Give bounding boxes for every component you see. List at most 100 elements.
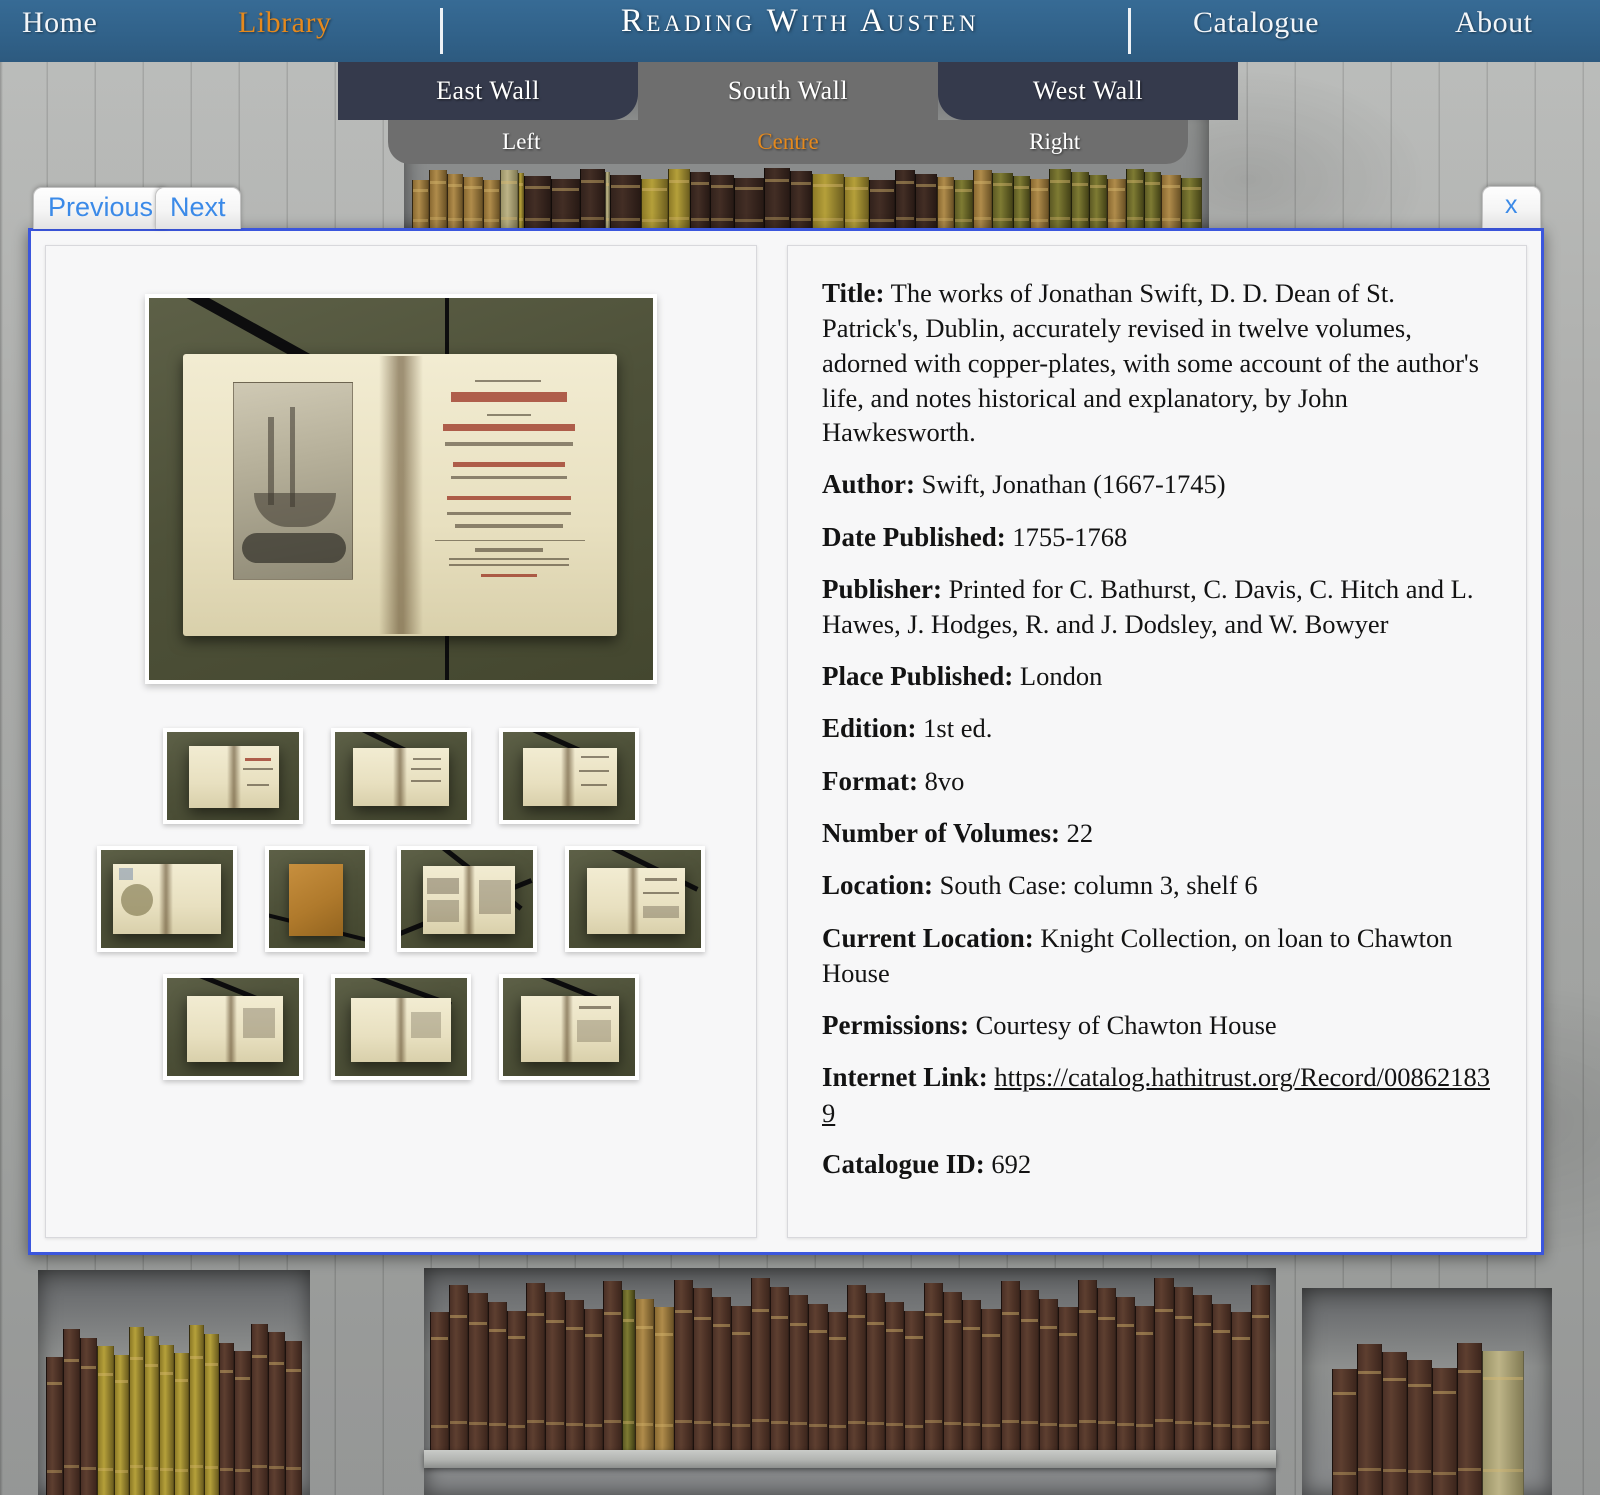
book-spine: [487, 1302, 507, 1450]
book-spine: [769, 1286, 790, 1450]
book-spine: [430, 1312, 450, 1450]
book-spine: [962, 1300, 982, 1450]
book-spine: [846, 1284, 866, 1450]
book-spine: [524, 176, 552, 230]
book-spine: [551, 179, 581, 230]
meta-value-title: The works of Jonathan Swift, D. D. Dean …: [822, 278, 1479, 448]
previous-button[interactable]: Previous: [33, 187, 169, 229]
meta-value-date-published: 1755-1768: [1012, 521, 1128, 552]
section-tab-centre[interactable]: Centre: [655, 120, 922, 164]
bookshelf-row-lower-right: [1332, 1338, 1524, 1495]
book-spine: [144, 1335, 160, 1495]
book-spine: [942, 1291, 963, 1450]
book-spine: [284, 1341, 302, 1495]
book-spine: [936, 176, 954, 230]
meta-row-author: Author: Swift, Jonathan (1667-1745): [822, 467, 1492, 502]
book-spine: [692, 1288, 713, 1450]
book-spine: [250, 1323, 268, 1495]
meta-label-author: Author:: [822, 469, 915, 500]
section-tab-right[interactable]: Right: [921, 120, 1188, 164]
book-spine: [885, 1302, 905, 1450]
meta-row-catalogue-id: Catalogue ID: 692: [822, 1147, 1492, 1182]
nav-link-home[interactable]: Home: [22, 6, 97, 40]
book-spine: [1012, 176, 1030, 230]
book-spine: [1116, 1296, 1136, 1450]
book-spine: [953, 179, 974, 230]
main-book-photo[interactable]: [145, 294, 657, 684]
nav-link-library[interactable]: Library: [238, 6, 331, 40]
book-spine: [712, 1296, 732, 1450]
meta-row-permissions: Permissions: Courtesy of Chawton House: [822, 1008, 1492, 1043]
book-spine: [1144, 171, 1162, 230]
book-spine: [97, 1346, 115, 1495]
book-spine: [1481, 1350, 1524, 1495]
book-spine: [981, 1308, 1001, 1450]
book-spine: [635, 1298, 655, 1450]
wall-tab-south[interactable]: South Wall: [638, 62, 938, 120]
thumbnail-item[interactable]: [397, 846, 537, 952]
book-spine: [1456, 1342, 1482, 1495]
book-spine: [904, 1310, 924, 1450]
meta-label-location: Location:: [822, 870, 933, 901]
meta-label-internet-link: Internet Link:: [822, 1062, 988, 1093]
thumbnail-item[interactable]: [331, 974, 471, 1080]
book-spine: [1332, 1369, 1357, 1495]
meta-row-number-of-volumes: Number of Volumes: 22: [822, 816, 1492, 851]
book-spine: [447, 173, 464, 230]
book-spine: [499, 169, 519, 230]
section-tab-bar: Left Centre Right: [388, 120, 1188, 164]
meta-value-number-of-volumes: 22: [1066, 818, 1094, 849]
book-spine: [1406, 1359, 1432, 1495]
book-spine: [1106, 178, 1127, 230]
meta-value-permissions: Courtesy of Chawton House: [975, 1009, 1277, 1040]
book-spine: [1356, 1344, 1382, 1495]
thumbnail-item[interactable]: [331, 728, 471, 824]
book-spine: [923, 1283, 943, 1450]
thumbnail-item[interactable]: [163, 728, 303, 824]
book-spine: [1161, 174, 1182, 230]
wall-tab-west[interactable]: West Wall: [938, 62, 1238, 120]
book-spine: [580, 169, 605, 230]
book-spine: [1381, 1352, 1407, 1495]
meta-label-format: Format:: [822, 765, 918, 796]
thumbnail-item[interactable]: [265, 846, 369, 952]
book-spine: [1049, 169, 1072, 230]
thumbnail-item[interactable]: [499, 728, 639, 824]
book-spine: [564, 1300, 584, 1450]
meta-row-current-location: Current Location: Knight Collection, on …: [822, 921, 1492, 991]
next-button[interactable]: Next: [155, 187, 241, 229]
close-button[interactable]: x: [1482, 186, 1541, 228]
thumbnail-item[interactable]: [565, 846, 705, 952]
thumbnail-item[interactable]: [499, 974, 639, 1080]
meta-label-current-location: Current Location:: [822, 922, 1034, 953]
meta-row-format: Format: 8vo: [822, 764, 1492, 799]
nav-link-about[interactable]: About: [1455, 6, 1533, 40]
book-spine: [668, 168, 691, 230]
book-spine: [673, 1279, 693, 1450]
section-tab-left[interactable]: Left: [388, 120, 655, 164]
book-spine: [750, 1278, 770, 1450]
book-spine: [865, 1293, 886, 1450]
book-spine: [429, 170, 448, 230]
book-spine: [159, 1344, 174, 1495]
thumbnail-item[interactable]: [163, 974, 303, 1080]
book-spine: [1071, 172, 1090, 230]
book-spine: [1135, 1305, 1155, 1450]
book-spine: [526, 1283, 546, 1450]
meta-value-place-published: London: [1019, 660, 1103, 691]
book-spine: [1212, 1303, 1232, 1450]
book-spine: [1126, 168, 1145, 230]
book-spine: [1039, 1298, 1059, 1450]
wall-tab-east[interactable]: East Wall: [338, 62, 638, 120]
book-spine: [1019, 1290, 1040, 1450]
book-spine: [1058, 1307, 1078, 1450]
nav-link-catalogue[interactable]: Catalogue: [1193, 6, 1319, 40]
book-spine: [808, 1303, 828, 1450]
book-spine: [1077, 1279, 1097, 1450]
meta-row-location: Location: South Case: column 3, shelf 6: [822, 868, 1492, 903]
book-spine: [603, 1281, 623, 1450]
book-spine: [690, 171, 710, 230]
thumbnail-item[interactable]: [97, 846, 237, 952]
book-spine: [1173, 1286, 1193, 1450]
book-spine: [709, 174, 735, 230]
